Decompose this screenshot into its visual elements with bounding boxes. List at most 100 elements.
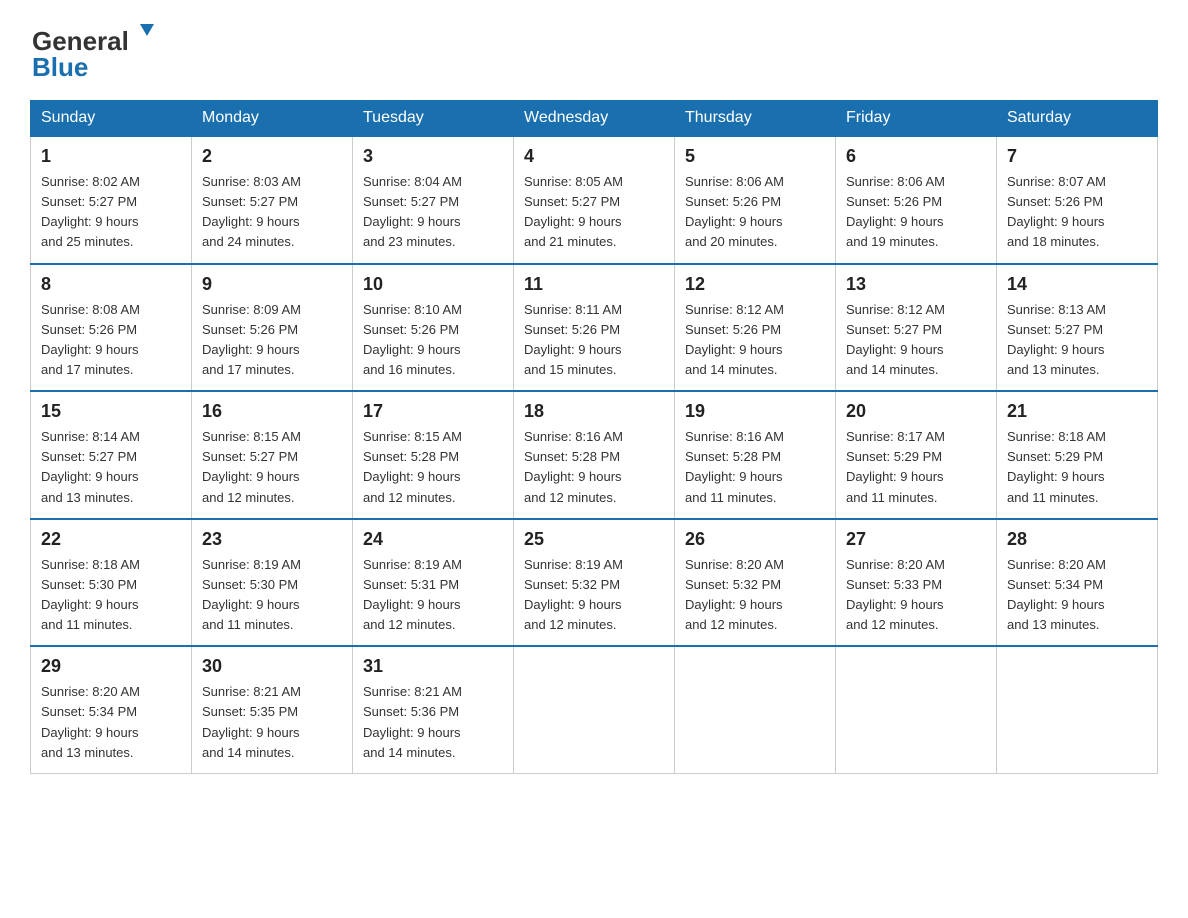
day-info: Sunrise: 8:15 AMSunset: 5:28 PMDaylight:…	[363, 427, 503, 508]
day-number: 14	[1007, 271, 1147, 298]
day-cell: 26Sunrise: 8:20 AMSunset: 5:32 PMDayligh…	[675, 519, 836, 647]
day-info: Sunrise: 8:09 AMSunset: 5:26 PMDaylight:…	[202, 300, 342, 381]
day-cell: 4Sunrise: 8:05 AMSunset: 5:27 PMDaylight…	[514, 136, 675, 264]
header-saturday: Saturday	[997, 101, 1158, 137]
calendar-header-row: SundayMondayTuesdayWednesdayThursdayFrid…	[31, 101, 1158, 137]
day-cell: 25Sunrise: 8:19 AMSunset: 5:32 PMDayligh…	[514, 519, 675, 647]
week-row-3: 15Sunrise: 8:14 AMSunset: 5:27 PMDayligh…	[31, 391, 1158, 519]
day-cell: 20Sunrise: 8:17 AMSunset: 5:29 PMDayligh…	[836, 391, 997, 519]
day-info: Sunrise: 8:14 AMSunset: 5:27 PMDaylight:…	[41, 427, 181, 508]
day-cell: 2Sunrise: 8:03 AMSunset: 5:27 PMDaylight…	[192, 136, 353, 264]
day-number: 29	[41, 653, 181, 680]
day-cell: 1Sunrise: 8:02 AMSunset: 5:27 PMDaylight…	[31, 136, 192, 264]
day-info: Sunrise: 8:06 AMSunset: 5:26 PMDaylight:…	[685, 172, 825, 253]
day-info: Sunrise: 8:19 AMSunset: 5:32 PMDaylight:…	[524, 555, 664, 636]
day-info: Sunrise: 8:18 AMSunset: 5:29 PMDaylight:…	[1007, 427, 1147, 508]
day-cell: 16Sunrise: 8:15 AMSunset: 5:27 PMDayligh…	[192, 391, 353, 519]
day-number: 16	[202, 398, 342, 425]
day-cell: 10Sunrise: 8:10 AMSunset: 5:26 PMDayligh…	[353, 264, 514, 392]
day-cell	[514, 646, 675, 773]
calendar-table: SundayMondayTuesdayWednesdayThursdayFrid…	[30, 100, 1158, 774]
day-info: Sunrise: 8:21 AMSunset: 5:35 PMDaylight:…	[202, 682, 342, 763]
header-friday: Friday	[836, 101, 997, 137]
page-header: General Blue	[30, 20, 1158, 80]
day-number: 18	[524, 398, 664, 425]
day-info: Sunrise: 8:18 AMSunset: 5:30 PMDaylight:…	[41, 555, 181, 636]
day-info: Sunrise: 8:04 AMSunset: 5:27 PMDaylight:…	[363, 172, 503, 253]
day-info: Sunrise: 8:02 AMSunset: 5:27 PMDaylight:…	[41, 172, 181, 253]
day-info: Sunrise: 8:15 AMSunset: 5:27 PMDaylight:…	[202, 427, 342, 508]
day-cell: 30Sunrise: 8:21 AMSunset: 5:35 PMDayligh…	[192, 646, 353, 773]
day-info: Sunrise: 8:19 AMSunset: 5:31 PMDaylight:…	[363, 555, 503, 636]
day-cell	[675, 646, 836, 773]
day-number: 8	[41, 271, 181, 298]
day-cell: 24Sunrise: 8:19 AMSunset: 5:31 PMDayligh…	[353, 519, 514, 647]
day-cell: 27Sunrise: 8:20 AMSunset: 5:33 PMDayligh…	[836, 519, 997, 647]
day-number: 9	[202, 271, 342, 298]
header-sunday: Sunday	[31, 101, 192, 137]
day-number: 31	[363, 653, 503, 680]
day-cell: 17Sunrise: 8:15 AMSunset: 5:28 PMDayligh…	[353, 391, 514, 519]
day-number: 24	[363, 526, 503, 553]
day-cell: 8Sunrise: 8:08 AMSunset: 5:26 PMDaylight…	[31, 264, 192, 392]
day-cell: 5Sunrise: 8:06 AMSunset: 5:26 PMDaylight…	[675, 136, 836, 264]
day-cell: 7Sunrise: 8:07 AMSunset: 5:26 PMDaylight…	[997, 136, 1158, 264]
day-cell: 3Sunrise: 8:04 AMSunset: 5:27 PMDaylight…	[353, 136, 514, 264]
day-number: 11	[524, 271, 664, 298]
header-thursday: Thursday	[675, 101, 836, 137]
day-cell: 29Sunrise: 8:20 AMSunset: 5:34 PMDayligh…	[31, 646, 192, 773]
week-row-4: 22Sunrise: 8:18 AMSunset: 5:30 PMDayligh…	[31, 519, 1158, 647]
day-info: Sunrise: 8:20 AMSunset: 5:34 PMDaylight:…	[41, 682, 181, 763]
day-cell: 14Sunrise: 8:13 AMSunset: 5:27 PMDayligh…	[997, 264, 1158, 392]
day-info: Sunrise: 8:20 AMSunset: 5:33 PMDaylight:…	[846, 555, 986, 636]
day-cell: 11Sunrise: 8:11 AMSunset: 5:26 PMDayligh…	[514, 264, 675, 392]
day-cell: 9Sunrise: 8:09 AMSunset: 5:26 PMDaylight…	[192, 264, 353, 392]
day-number: 21	[1007, 398, 1147, 425]
day-number: 23	[202, 526, 342, 553]
week-row-5: 29Sunrise: 8:20 AMSunset: 5:34 PMDayligh…	[31, 646, 1158, 773]
day-number: 20	[846, 398, 986, 425]
day-cell: 6Sunrise: 8:06 AMSunset: 5:26 PMDaylight…	[836, 136, 997, 264]
day-info: Sunrise: 8:08 AMSunset: 5:26 PMDaylight:…	[41, 300, 181, 381]
day-cell: 23Sunrise: 8:19 AMSunset: 5:30 PMDayligh…	[192, 519, 353, 647]
day-info: Sunrise: 8:16 AMSunset: 5:28 PMDaylight:…	[685, 427, 825, 508]
day-info: Sunrise: 8:13 AMSunset: 5:27 PMDaylight:…	[1007, 300, 1147, 381]
day-cell: 12Sunrise: 8:12 AMSunset: 5:26 PMDayligh…	[675, 264, 836, 392]
logo: General Blue	[30, 20, 160, 80]
day-number: 1	[41, 143, 181, 170]
day-info: Sunrise: 8:07 AMSunset: 5:26 PMDaylight:…	[1007, 172, 1147, 253]
day-number: 3	[363, 143, 503, 170]
day-number: 22	[41, 526, 181, 553]
day-number: 6	[846, 143, 986, 170]
day-cell: 15Sunrise: 8:14 AMSunset: 5:27 PMDayligh…	[31, 391, 192, 519]
day-info: Sunrise: 8:20 AMSunset: 5:34 PMDaylight:…	[1007, 555, 1147, 636]
day-info: Sunrise: 8:17 AMSunset: 5:29 PMDaylight:…	[846, 427, 986, 508]
day-number: 7	[1007, 143, 1147, 170]
week-row-1: 1Sunrise: 8:02 AMSunset: 5:27 PMDaylight…	[31, 136, 1158, 264]
logo-svg: General Blue	[30, 20, 160, 80]
day-cell: 22Sunrise: 8:18 AMSunset: 5:30 PMDayligh…	[31, 519, 192, 647]
day-number: 15	[41, 398, 181, 425]
header-monday: Monday	[192, 101, 353, 137]
day-cell: 19Sunrise: 8:16 AMSunset: 5:28 PMDayligh…	[675, 391, 836, 519]
day-number: 13	[846, 271, 986, 298]
day-number: 25	[524, 526, 664, 553]
day-cell: 21Sunrise: 8:18 AMSunset: 5:29 PMDayligh…	[997, 391, 1158, 519]
day-cell: 28Sunrise: 8:20 AMSunset: 5:34 PMDayligh…	[997, 519, 1158, 647]
day-info: Sunrise: 8:05 AMSunset: 5:27 PMDaylight:…	[524, 172, 664, 253]
day-cell: 31Sunrise: 8:21 AMSunset: 5:36 PMDayligh…	[353, 646, 514, 773]
day-number: 26	[685, 526, 825, 553]
day-number: 5	[685, 143, 825, 170]
day-number: 4	[524, 143, 664, 170]
header-tuesday: Tuesday	[353, 101, 514, 137]
svg-text:Blue: Blue	[32, 52, 88, 80]
day-info: Sunrise: 8:06 AMSunset: 5:26 PMDaylight:…	[846, 172, 986, 253]
day-cell	[997, 646, 1158, 773]
week-row-2: 8Sunrise: 8:08 AMSunset: 5:26 PMDaylight…	[31, 264, 1158, 392]
day-info: Sunrise: 8:12 AMSunset: 5:26 PMDaylight:…	[685, 300, 825, 381]
day-number: 30	[202, 653, 342, 680]
day-info: Sunrise: 8:12 AMSunset: 5:27 PMDaylight:…	[846, 300, 986, 381]
day-info: Sunrise: 8:11 AMSunset: 5:26 PMDaylight:…	[524, 300, 664, 381]
day-number: 10	[363, 271, 503, 298]
day-cell: 13Sunrise: 8:12 AMSunset: 5:27 PMDayligh…	[836, 264, 997, 392]
